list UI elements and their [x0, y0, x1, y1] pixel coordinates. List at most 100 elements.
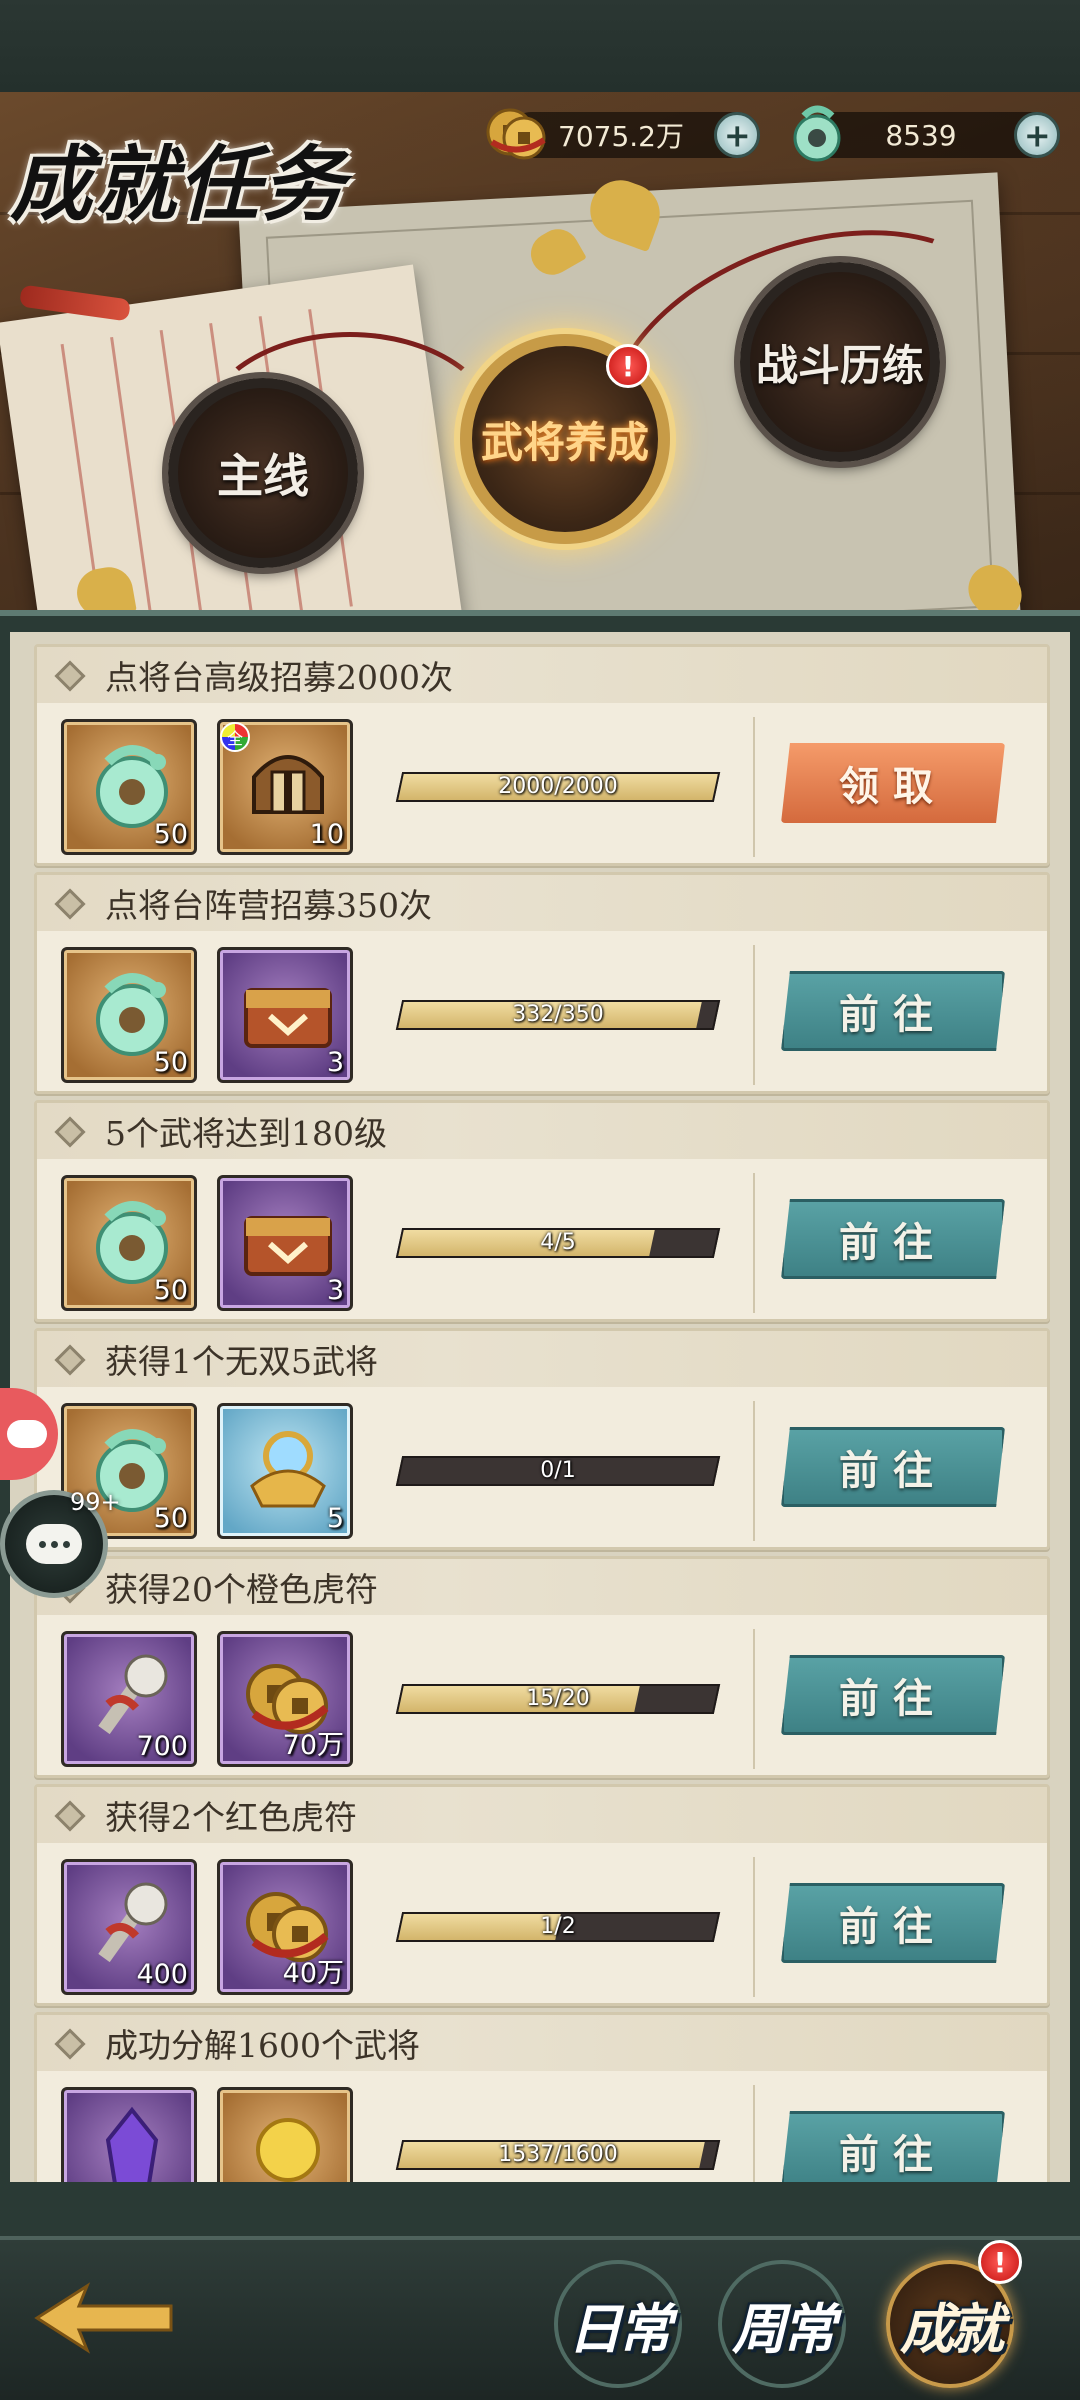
- task-header: 5个武将达到180级: [37, 1103, 1047, 1159]
- back-arrow-icon: [34, 2282, 173, 2354]
- divider: [753, 1173, 755, 1313]
- chat-icon: [26, 1524, 82, 1564]
- task-list[interactable]: 点将台高级招募2000次 50 全 10 2000/2000 领取点将台阵营招募350次 5…: [10, 632, 1070, 2182]
- tab-alert-badge: !: [978, 2240, 1022, 2284]
- progress-bar: 0/1: [395, 1456, 721, 1486]
- task-title: 点将台高级招募2000次: [105, 658, 453, 697]
- reward-item[interactable]: 400: [61, 1859, 197, 1995]
- go-button[interactable]: 前往: [781, 971, 1005, 1051]
- divider: [753, 2085, 755, 2182]
- divider: [753, 945, 755, 1085]
- tab-weekly[interactable]: 周常: [712, 2254, 852, 2394]
- reward-quantity: 50: [153, 819, 188, 850]
- divider: [753, 1629, 755, 1769]
- progress-text: 1/2: [540, 1914, 576, 1939]
- task-title: 点将台阵营招募350次: [105, 886, 432, 925]
- status-area: [0, 0, 1080, 92]
- progress-text: 2000/2000: [498, 774, 618, 799]
- reward-quantity: 10: [309, 819, 344, 850]
- task-card: 获得20个橙色虎符 700 70万 15/20 前往: [34, 1556, 1050, 1778]
- progress-text: 0/1: [540, 1458, 576, 1483]
- bottom-nav: 日常 周常 成就 !: [0, 2236, 1080, 2400]
- reward-quantity: 400: [136, 1959, 188, 1990]
- task-card: 点将台阵营招募350次 50 3 332/350 前往: [34, 872, 1050, 1094]
- jade-icon: [793, 105, 841, 162]
- task-header: 获得20个橙色虎符: [37, 1559, 1047, 1615]
- progress-text: 15/20: [526, 1686, 590, 1711]
- reward-quantity: 5: [326, 1503, 344, 1534]
- claim-button[interactable]: 领取: [781, 743, 1005, 823]
- chat-unread-count: 99+: [70, 1488, 121, 1516]
- task-title: 获得1个无双5武将: [105, 1342, 378, 1381]
- coin-balance: 7075.2万 +: [486, 102, 770, 168]
- chest-icon: [244, 1216, 332, 1276]
- assistant-icon: [7, 1420, 47, 1448]
- go-button[interactable]: 前往: [781, 2111, 1005, 2182]
- reward-quantity: 3: [326, 1275, 344, 1306]
- category-main-label: 主线: [217, 449, 309, 503]
- back-button[interactable]: [24, 2268, 184, 2368]
- task-header: 获得2个红色虎符: [37, 1787, 1047, 1843]
- reward-item[interactable]: 70万: [217, 1631, 353, 1767]
- diamond-icon: [54, 1344, 86, 1376]
- task-title: 获得20个橙色虎符: [105, 1570, 378, 1609]
- task-card: 获得1个无双5武将 50 5 0/1 前往: [34, 1328, 1050, 1550]
- task-title: 获得2个红色虎符: [105, 1798, 357, 1837]
- divider: [753, 1857, 755, 1997]
- reward-item[interactable]: 5: [217, 1403, 353, 1539]
- reward-item[interactable]: [217, 2087, 353, 2182]
- reward-item[interactable]: 50: [61, 947, 197, 1083]
- task-card: 5个武将达到180级 50 3 4/5 前往: [34, 1100, 1050, 1322]
- task-title: 成功分解1600个武将: [105, 2026, 420, 2065]
- diamond-icon: [54, 1800, 86, 1832]
- reward-quantity: 50: [153, 1275, 188, 1306]
- tab-achievement-label: 成就: [900, 2296, 1004, 2361]
- task-header: 点将台高级招募2000次: [37, 647, 1047, 703]
- reward-item[interactable]: 3: [217, 1175, 353, 1311]
- golden-crest-icon: [250, 1431, 326, 1508]
- progress-bar: 1537/1600: [395, 2140, 721, 2170]
- chest-icon: [244, 988, 332, 1048]
- task-card: 获得2个红色虎符 400 40万 1/2 前往: [34, 1784, 1050, 2006]
- task-header: 成功分解1600个武将: [37, 2015, 1047, 2071]
- category-main-button[interactable]: 主线: [168, 378, 358, 568]
- reward-quantity: 3: [326, 1047, 344, 1078]
- reward-quantity: 700: [136, 1731, 188, 1762]
- progress-text: 1537/1600: [498, 2142, 618, 2167]
- task-card: 成功分解1600个武将 1537/1600 前往: [34, 2012, 1050, 2182]
- go-button[interactable]: 前往: [781, 1655, 1005, 1735]
- tab-daily-label: 日常: [568, 2296, 672, 2361]
- all-faction-tag: 全: [220, 722, 250, 752]
- jade-balance: 8539 +: [793, 102, 1070, 168]
- progress-bar: 4/5: [395, 1228, 721, 1258]
- category-battle-button[interactable]: 战斗历练: [740, 262, 940, 462]
- category-battle-label: 战斗历练: [755, 340, 924, 390]
- diamond-icon: [54, 660, 86, 692]
- diamond-icon: [54, 1116, 86, 1148]
- reward-item[interactable]: 3: [217, 947, 353, 1083]
- go-button[interactable]: 前往: [781, 1427, 1005, 1507]
- progress-text: 332/350: [512, 1002, 604, 1027]
- divider: [753, 1401, 755, 1541]
- reward-item[interactable]: 全 10: [217, 719, 353, 855]
- page-title: 成就任务: [10, 137, 346, 233]
- go-button[interactable]: 前往: [781, 1883, 1005, 1963]
- reward-quantity: 50: [153, 1503, 188, 1534]
- reward-item[interactable]: 50: [61, 1175, 197, 1311]
- task-title: 5个武将达到180级: [105, 1114, 387, 1153]
- progress-bar: 332/350: [395, 1000, 721, 1030]
- task-card: 点将台高级招募2000次 50 全 10 2000/2000 领取: [34, 644, 1050, 866]
- reward-item[interactable]: 40万: [217, 1859, 353, 1995]
- progress-bar: 1/2: [395, 1912, 721, 1942]
- reward-item[interactable]: 50: [61, 719, 197, 855]
- reward-quantity: 40万: [282, 1958, 344, 1989]
- coin-icon: [486, 108, 546, 160]
- diamond-icon: [54, 888, 86, 920]
- progress-bar: 2000/2000: [395, 772, 721, 802]
- tab-daily[interactable]: 日常: [548, 2254, 688, 2394]
- reward-item[interactable]: [61, 2087, 197, 2182]
- divider: [753, 717, 755, 857]
- crystal-icon: [105, 2106, 159, 2182]
- reward-item[interactable]: 700: [61, 1631, 197, 1767]
- go-button[interactable]: 前往: [781, 1199, 1005, 1279]
